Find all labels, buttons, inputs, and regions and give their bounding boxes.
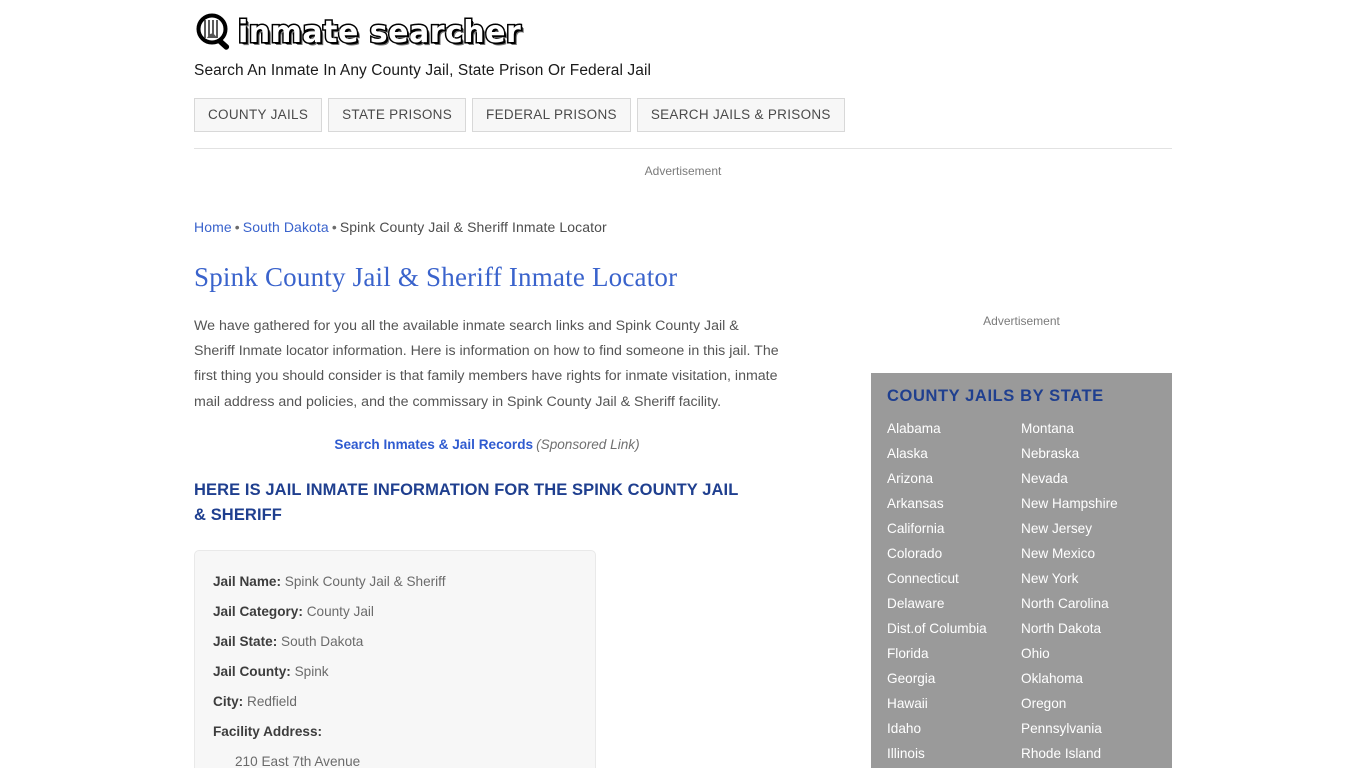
state-link-oklahoma[interactable]: Oklahoma (1021, 666, 1155, 691)
info-value-jail-county: Spink (294, 663, 329, 679)
state-link-idaho[interactable]: Idaho (887, 716, 1021, 741)
jail-info-box: Jail Name: Spink County Jail & Sheriff J… (194, 549, 596, 768)
state-link-delaware[interactable]: Delaware (887, 591, 1021, 616)
info-value-city: Redfield (247, 693, 297, 709)
info-row-jail-name: Jail Name: Spink County Jail & Sheriff (213, 567, 577, 597)
site-header: inmate searcher Search An Inmate In Any … (194, 10, 1172, 80)
state-links-grid: Alabama Alaska Arizona Arkansas California Co… (887, 416, 1172, 766)
state-link-alaska[interactable]: Alaska (887, 441, 1021, 466)
header-divider (194, 148, 1172, 149)
breadcrumb-state[interactable]: South Dakota (243, 219, 329, 235)
nav-county-jails[interactable]: COUNTY JAILS (194, 98, 323, 132)
sponsored-link-row: Search Inmates & Jail Records (Sponsored … (194, 437, 780, 452)
top-advertisement-label: Advertisement (644, 164, 722, 178)
site-logo[interactable]: inmate searcher (194, 10, 1172, 56)
state-link-montana[interactable]: Montana (1021, 416, 1155, 441)
breadcrumb: Home • South Dakota • Spink County Jail & Sh… (194, 219, 607, 235)
breadcrumb-current: Spink County Jail & Sheriff Inmate Locat… (339, 219, 607, 235)
state-link-north-carolina[interactable]: North Carolina (1021, 591, 1155, 616)
state-link-north-dakota[interactable]: North Dakota (1021, 616, 1155, 641)
state-link-georgia[interactable]: Georgia (887, 666, 1021, 691)
state-link-new-mexico[interactable]: New Mexico (1021, 541, 1155, 566)
info-value-jail-name: Spink County Jail & Sheriff (284, 573, 446, 589)
sponsored-note: (Sponsored Link) (536, 436, 640, 452)
state-link-arkansas[interactable]: Arkansas (887, 491, 1021, 516)
state-link-new-york[interactable]: New York (1021, 566, 1155, 591)
sidebar-advertisement-label: Advertisement (983, 314, 1060, 328)
section-title: HERE IS JAIL INMATE INFORMATION FOR THE … (194, 480, 739, 524)
state-column-left: Alabama Alaska Arizona Arkansas California Co… (887, 416, 1021, 766)
info-value-jail-category: County Jail (306, 603, 374, 619)
main-navigation: COUNTY JAILS STATE PRISONS FEDERAL PRISO… (194, 98, 845, 132)
site-tagline: Search An Inmate In Any County Jail, Sta… (194, 62, 652, 79)
info-label-jail-name: Jail Name: (213, 573, 282, 589)
state-link-new-hampshire[interactable]: New Hampshire (1021, 491, 1155, 516)
sponsored-search-link[interactable]: Search Inmates & Jail Records (334, 437, 533, 452)
county-jails-by-state-panel: COUNTY JAILS BY STATE Alabama Alaska Arizo… (871, 373, 1172, 768)
info-label-city: City: (213, 693, 244, 709)
intro-paragraph: We have gathered for you all the availab… (194, 318, 779, 410)
info-value-jail-state: South Dakota (281, 633, 364, 649)
state-link-california[interactable]: California (887, 516, 1021, 541)
state-link-colorado[interactable]: Colorado (887, 541, 1021, 566)
info-row-jail-county: Jail County: Spink (213, 657, 577, 687)
info-value-address-line-1: 210 East 7th Avenue (235, 753, 361, 768)
state-link-hawaii[interactable]: Hawaii (887, 691, 1021, 716)
state-link-new-jersey[interactable]: New Jersey (1021, 516, 1155, 541)
info-row-jail-category: Jail Category: County Jail (213, 597, 577, 627)
state-link-nevada[interactable]: Nevada (1021, 466, 1155, 491)
breadcrumb-separator-1: • (234, 219, 240, 235)
nav-federal-prisons[interactable]: FEDERAL PRISONS (472, 98, 631, 132)
state-link-dist-of-columbia[interactable]: Dist.of Columbia (887, 616, 1021, 641)
state-link-oregon[interactable]: Oregon (1021, 691, 1155, 716)
state-link-nebraska[interactable]: Nebraska (1021, 441, 1155, 466)
nav-search-jails-prisons[interactable]: SEARCH JAILS & PRISONS (636, 98, 845, 132)
magnifier-jail-bars-icon (194, 12, 236, 54)
state-link-connecticut[interactable]: Connecticut (887, 566, 1021, 591)
state-link-pennsylvania[interactable]: Pennsylvania (1021, 716, 1155, 741)
nav-state-prisons[interactable]: STATE PRISONS (328, 98, 467, 132)
logo-wordmark: inmate searcher (236, 14, 522, 52)
page-title: Spink County Jail & Sheriff Inmate Locat… (194, 262, 678, 292)
state-column-right: Montana Nebraska Nevada New Hampshire New Je… (1021, 416, 1155, 766)
state-link-rhode-island[interactable]: Rhode Island (1021, 741, 1155, 766)
state-link-florida[interactable]: Florida (887, 641, 1021, 666)
state-link-arizona[interactable]: Arizona (887, 466, 1021, 491)
sidebar-title: COUNTY JAILS BY STATE (887, 387, 1104, 405)
state-link-illinois[interactable]: Illinois (887, 741, 1021, 766)
breadcrumb-home[interactable]: Home (194, 219, 232, 235)
info-label-facility-address: Facility Address: (213, 723, 323, 739)
info-row-facility-address: Facility Address: (213, 717, 577, 747)
info-label-jail-category: Jail Category: (213, 603, 303, 619)
breadcrumb-separator-2: • (331, 219, 337, 235)
page-root: inmate searcher Search An Inmate In Any … (0, 0, 1366, 768)
info-row-city: City: Redfield (213, 687, 577, 717)
info-label-jail-state: Jail State: (213, 633, 278, 649)
state-link-ohio[interactable]: Ohio (1021, 641, 1155, 666)
info-row-jail-state: Jail State: South Dakota (213, 627, 577, 657)
main-content: Spink County Jail & Sheriff Inmate Locat… (194, 258, 794, 768)
state-link-alabama[interactable]: Alabama (887, 416, 1021, 441)
info-label-jail-county: Jail County: (213, 663, 291, 679)
